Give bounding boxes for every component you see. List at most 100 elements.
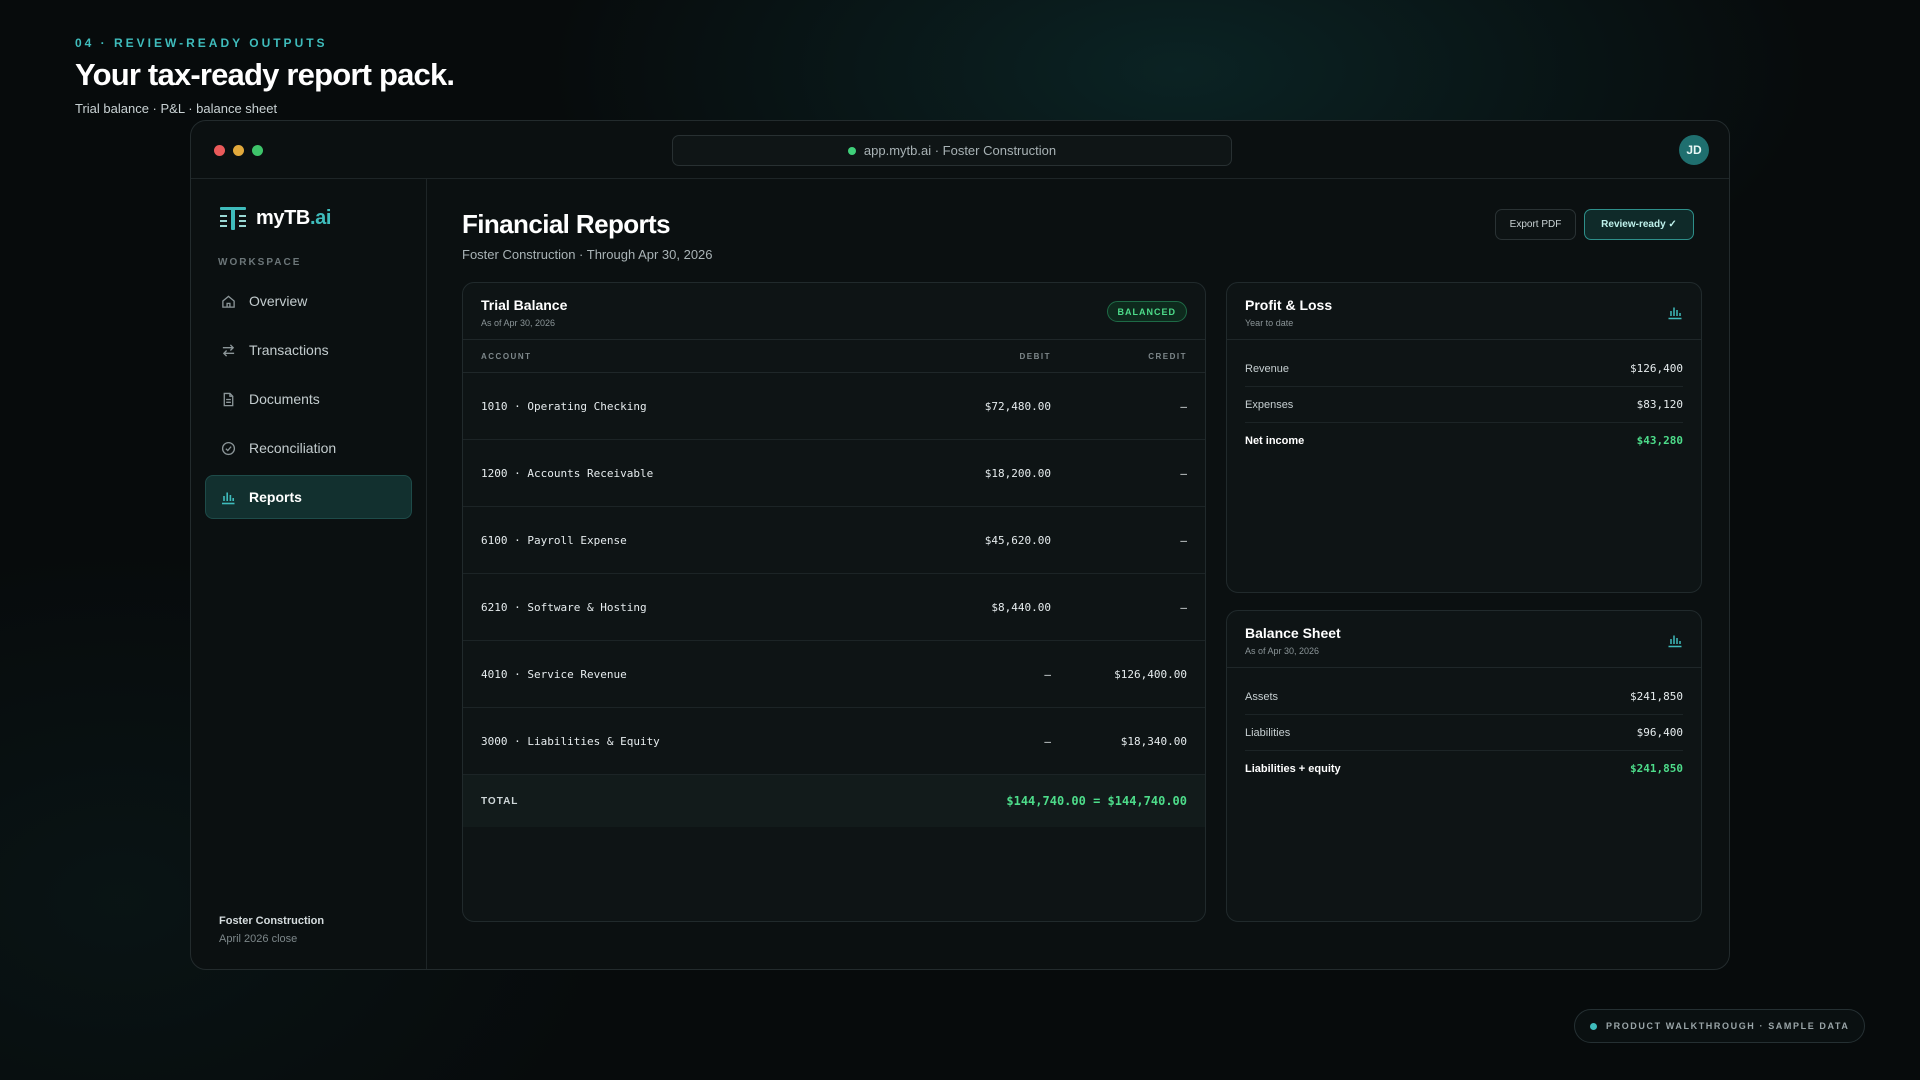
summary-label: Net income [1245, 435, 1305, 447]
app-window: app.mytb.ai · Foster Construction JD myT… [190, 120, 1730, 970]
bar-chart-icon[interactable] [1667, 632, 1683, 648]
table-row[interactable]: 4010 · Service Revenue — $126,400.00 [463, 641, 1205, 708]
total-value: $144,740.00 = $144,740.00 [1006, 794, 1187, 808]
workspace-info: Foster Construction April 2026 close [219, 915, 324, 945]
trial-balance-card: Trial Balance As of Apr 30, 2026 BALANCE… [462, 282, 1206, 922]
home-icon [220, 293, 236, 309]
close-window-button[interactable] [214, 145, 225, 156]
trial-balance-subtitle: As of Apr 30, 2026 [481, 318, 556, 328]
sidebar-item-transactions[interactable]: Transactions [205, 328, 412, 372]
sidebar: myTB.ai WORKSPACE Overview Transactions [191, 179, 427, 969]
app-logo[interactable]: myTB.ai [218, 204, 331, 232]
main-content: Financial Reports Foster Construction · … [428, 179, 1729, 969]
sample-data-pill: PRODUCT WALKTHROUGH · SAMPLE DATA [1574, 1009, 1865, 1043]
debit-cell: $8,440.00 [991, 601, 1051, 614]
sidebar-nav: Overview Transactions Documents Reconcil… [205, 279, 412, 524]
company-name: Foster Construction [219, 915, 325, 927]
column-header-debit: DEBIT [1019, 352, 1051, 361]
summary-label: Liabilities [1245, 727, 1291, 739]
list-item: Liabilities + equity $241,850 [1245, 751, 1683, 787]
credit-cell: $18,340.00 [1120, 735, 1187, 748]
workspace-label: WORKSPACE [218, 257, 302, 268]
sidebar-item-label: Documents [249, 391, 320, 407]
export-pdf-button[interactable]: Export PDF [1495, 209, 1576, 240]
document-icon [220, 391, 236, 407]
list-item: Revenue $126,400 [1245, 351, 1683, 387]
profit-loss-card: Profit & Loss Year to date Revenue $126,… [1226, 282, 1702, 593]
list-item: Net income $43,280 [1245, 423, 1683, 459]
sidebar-item-reports[interactable]: Reports [205, 475, 412, 519]
credit-cell: $126,400.00 [1114, 668, 1187, 681]
column-header-credit: CREDIT [1148, 352, 1187, 361]
summary-value: $241,850 [1630, 762, 1683, 775]
page-subtitle: Foster Construction · Through Apr 30, 20… [462, 247, 713, 262]
bar-chart-icon [220, 489, 236, 505]
close-period: April 2026 close [219, 933, 298, 945]
sidebar-item-documents[interactable]: Documents [205, 377, 412, 421]
trial-balance-title: Trial Balance [481, 297, 568, 313]
profit-loss-header: Profit & Loss Year to date [1227, 283, 1701, 340]
table-row[interactable]: 6210 · Software & Hosting $8,440.00 — [463, 574, 1205, 641]
table-row[interactable]: 6100 · Payroll Expense $45,620.00 — [463, 507, 1205, 574]
window-titlebar: app.mytb.ai · Foster Construction JD [191, 121, 1729, 179]
balance-sheet-subtitle: As of Apr 30, 2026 [1245, 646, 1320, 656]
sidebar-item-overview[interactable]: Overview [205, 279, 412, 323]
swap-arrows-icon [220, 342, 236, 358]
debit-cell: — [1044, 668, 1051, 681]
sidebar-item-label: Reports [249, 489, 302, 505]
trial-balance-header: Trial Balance As of Apr 30, 2026 BALANCE… [463, 283, 1205, 340]
summary-value: $83,120 [1636, 398, 1683, 411]
credit-cell: — [1180, 400, 1187, 413]
summary-label: Revenue [1245, 363, 1290, 375]
account-cell: 6100 · Payroll Expense [481, 534, 627, 547]
total-label: TOTAL [481, 796, 519, 807]
account-cell: 1200 · Accounts Receivable [481, 467, 654, 480]
summary-value: $241,850 [1630, 690, 1683, 703]
trial-balance-total-row: TOTAL $144,740.00 = $144,740.00 [463, 775, 1205, 827]
logo-wordmark: myTB.ai [256, 206, 332, 229]
table-row[interactable]: 3000 · Liabilities & Equity — $18,340.00 [463, 708, 1205, 775]
table-header: ACCOUNT DEBIT CREDIT [463, 340, 1205, 373]
profit-loss-title: Profit & Loss [1245, 297, 1333, 313]
status-dot [1590, 1022, 1597, 1030]
check-circle-icon [220, 440, 236, 456]
table-row[interactable]: 1200 · Accounts Receivable $18,200.00 — [463, 440, 1205, 507]
sample-data-label: PRODUCT WALKTHROUGH · SAMPLE DATA [1606, 1021, 1850, 1031]
account-cell: 4010 · Service Revenue [481, 668, 627, 681]
maximize-window-button[interactable] [252, 145, 263, 156]
credit-cell: — [1180, 534, 1187, 547]
summary-value: $96,400 [1636, 726, 1683, 739]
account-cell: 3000 · Liabilities & Equity [481, 735, 660, 748]
debit-cell: $45,620.00 [984, 534, 1051, 547]
table-row[interactable]: 1010 · Operating Checking $72,480.00 — [463, 373, 1205, 440]
account-cell: 1010 · Operating Checking [481, 400, 647, 413]
balance-sheet-card: Balance Sheet As of Apr 30, 2026 Assets … [1226, 610, 1702, 922]
debit-cell: — [1044, 735, 1051, 748]
list-item: Expenses $83,120 [1245, 387, 1683, 423]
bar-chart-icon[interactable] [1667, 304, 1683, 320]
profit-loss-subtitle: Year to date [1245, 318, 1294, 328]
address-bar-url: app.mytb.ai · Foster Construction [863, 143, 1057, 158]
secure-status-dot [847, 146, 856, 155]
account-cell: 6210 · Software & Hosting [481, 601, 647, 614]
list-item: Liabilities $96,400 [1245, 715, 1683, 751]
minimize-window-button[interactable] [233, 145, 244, 156]
summary-value: $43,280 [1636, 434, 1683, 447]
balance-sheet-summary: Assets $241,850 Liabilities $96,400 Liab… [1227, 679, 1701, 787]
sidebar-item-label: Reconciliation [249, 440, 337, 456]
list-item: Assets $241,850 [1245, 679, 1683, 715]
hero-subtitle: Trial balance · P&L · balance sheet [75, 101, 278, 116]
address-bar[interactable]: app.mytb.ai · Foster Construction [672, 135, 1232, 166]
summary-label: Assets [1245, 691, 1279, 703]
balance-sheet-title: Balance Sheet [1245, 625, 1341, 641]
mytb-logo-icon [220, 207, 246, 230]
debit-cell: $72,480.00 [984, 400, 1051, 413]
debit-cell: $18,200.00 [984, 467, 1051, 480]
hero-eyebrow: 04 · REVIEW-READY OUTPUTS [75, 36, 328, 50]
user-avatar[interactable]: JD [1679, 135, 1709, 165]
sidebar-item-reconciliation[interactable]: Reconciliation [205, 426, 412, 470]
summary-label: Liabilities + equity [1245, 763, 1341, 775]
review-ready-button[interactable]: Review-ready ✓ [1584, 209, 1694, 240]
column-header-account: ACCOUNT [481, 352, 532, 361]
summary-label: Expenses [1245, 399, 1294, 411]
